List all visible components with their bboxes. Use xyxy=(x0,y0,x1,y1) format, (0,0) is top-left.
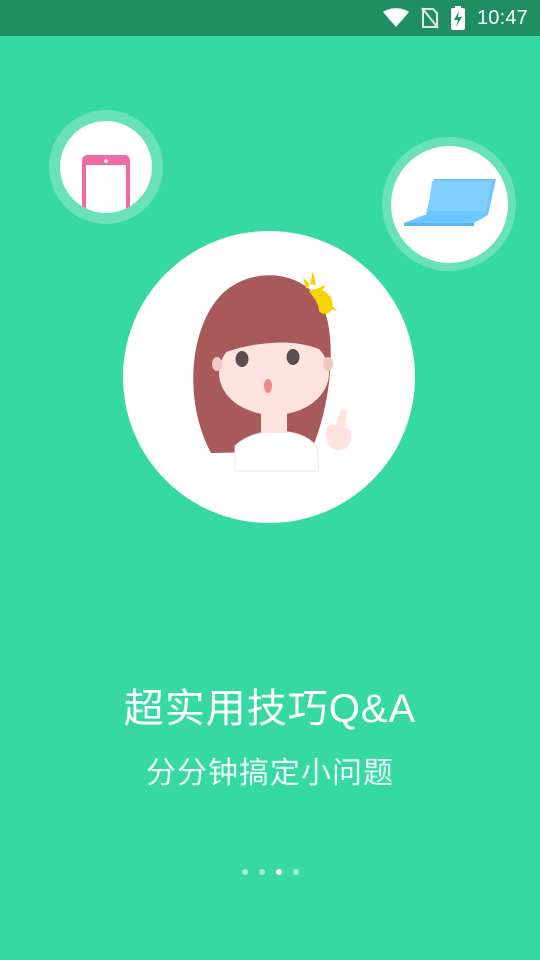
girl-with-idea-icon xyxy=(123,231,415,523)
page-indicator[interactable] xyxy=(0,869,540,875)
page-dot[interactable] xyxy=(292,869,299,875)
battery-charging-icon xyxy=(450,6,465,30)
onboarding-subtitle: 分分钟搞定小问题 xyxy=(146,757,394,790)
page-dot[interactable] xyxy=(258,869,265,875)
laptop-icon xyxy=(402,175,498,235)
phone-bubble xyxy=(60,121,152,213)
page-dot[interactable] xyxy=(275,869,282,875)
main-illustration xyxy=(123,231,415,523)
phone-icon xyxy=(82,155,130,213)
onboarding-title: 超实用技巧Q&A xyxy=(123,687,417,731)
wifi-icon xyxy=(382,8,409,28)
status-bar: 10:47 xyxy=(0,0,540,36)
page-dot[interactable] xyxy=(241,869,248,875)
status-time: 10:47 xyxy=(476,6,528,29)
status-icons: 10:47 xyxy=(382,0,528,36)
no-sim-icon xyxy=(421,7,439,29)
